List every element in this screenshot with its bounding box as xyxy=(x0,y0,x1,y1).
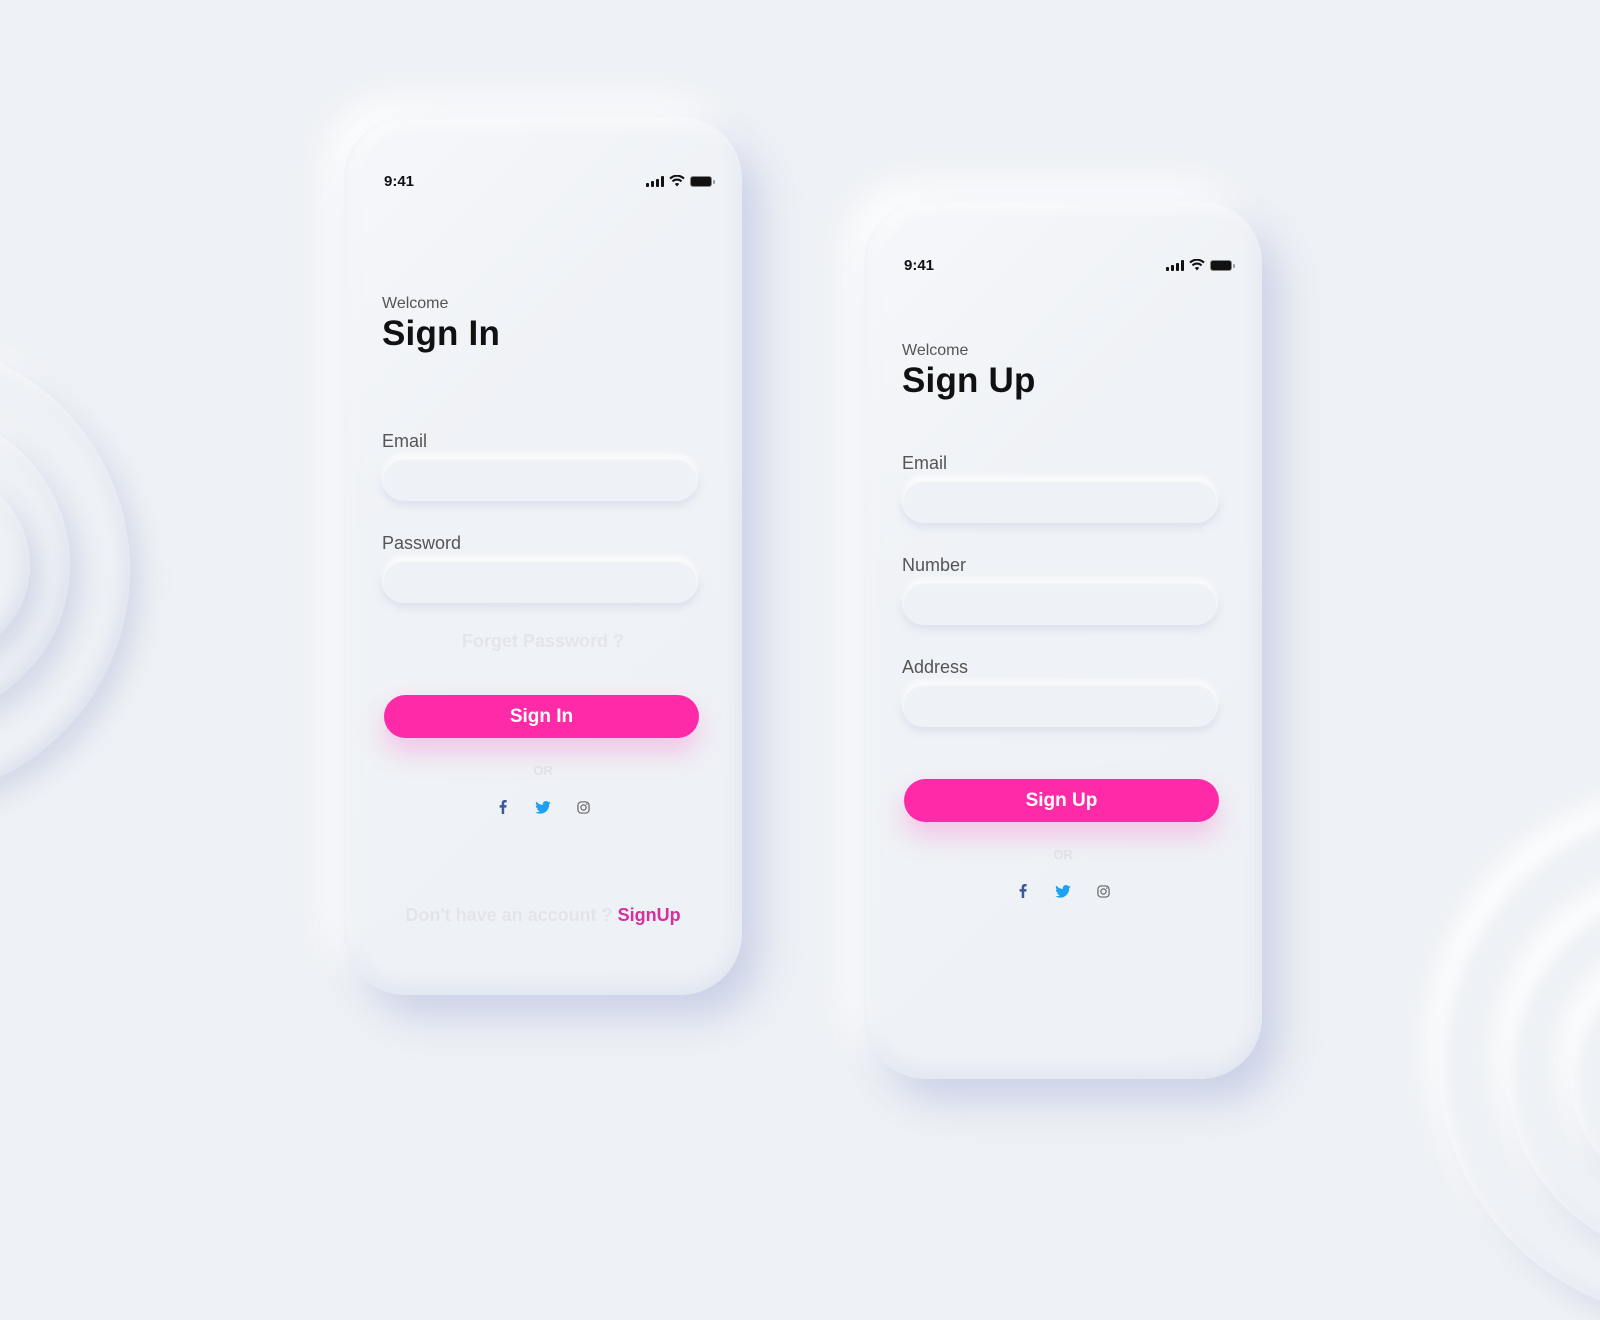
or-divider: OR xyxy=(1053,847,1073,862)
address-label: Address xyxy=(902,657,969,677)
status-bar: 9:41 xyxy=(384,173,715,191)
twitter-icon[interactable] xyxy=(1055,883,1071,899)
address-field[interactable] xyxy=(902,683,1218,727)
signal-icon xyxy=(1166,259,1184,271)
welcome-text: Welcome xyxy=(382,295,449,312)
email-field[interactable] xyxy=(902,479,1218,523)
status-bar: 9:41 xyxy=(904,257,1235,275)
social-login xyxy=(864,883,1262,899)
signup-prompt-text: Don't have an account ? xyxy=(405,905,613,925)
signup-prompt: Don't have an account ? SignUp xyxy=(344,905,742,926)
page-title: Sign In xyxy=(382,314,501,353)
password-label: Password xyxy=(382,533,462,553)
facebook-icon[interactable] xyxy=(1015,883,1031,899)
instagram-icon[interactable] xyxy=(575,799,591,815)
battery-icon xyxy=(690,175,715,187)
social-login xyxy=(344,799,742,815)
wifi-icon xyxy=(1189,259,1205,271)
wifi-icon xyxy=(669,175,685,187)
battery-icon xyxy=(1210,259,1235,271)
email-field[interactable] xyxy=(382,457,698,501)
password-field[interactable] xyxy=(382,559,698,603)
instagram-icon[interactable] xyxy=(1095,883,1111,899)
page-title: Sign Up xyxy=(902,361,1036,400)
sign-up-button[interactable]: Sign Up xyxy=(904,779,1219,822)
number-field[interactable] xyxy=(902,581,1218,625)
signin-phone: 9:41 Welcome Sign In Email Password Forg… xyxy=(344,117,742,995)
facebook-icon[interactable] xyxy=(495,799,511,815)
welcome-text: Welcome xyxy=(902,342,969,359)
signal-icon xyxy=(646,175,664,187)
twitter-icon[interactable] xyxy=(535,799,551,815)
status-time: 9:41 xyxy=(904,257,935,274)
status-time: 9:41 xyxy=(384,173,415,190)
signup-link[interactable]: SignUp xyxy=(618,905,681,925)
or-divider: OR xyxy=(533,763,553,778)
number-label: Number xyxy=(902,555,967,575)
sign-in-button[interactable]: Sign In xyxy=(384,695,699,738)
signup-phone: 9:41 Welcome Sign Up Email Number Addres… xyxy=(864,201,1262,1079)
email-label: Email xyxy=(902,453,948,473)
email-label: Email xyxy=(382,431,428,451)
forgot-password-link[interactable]: Forget Password ? xyxy=(344,631,742,652)
